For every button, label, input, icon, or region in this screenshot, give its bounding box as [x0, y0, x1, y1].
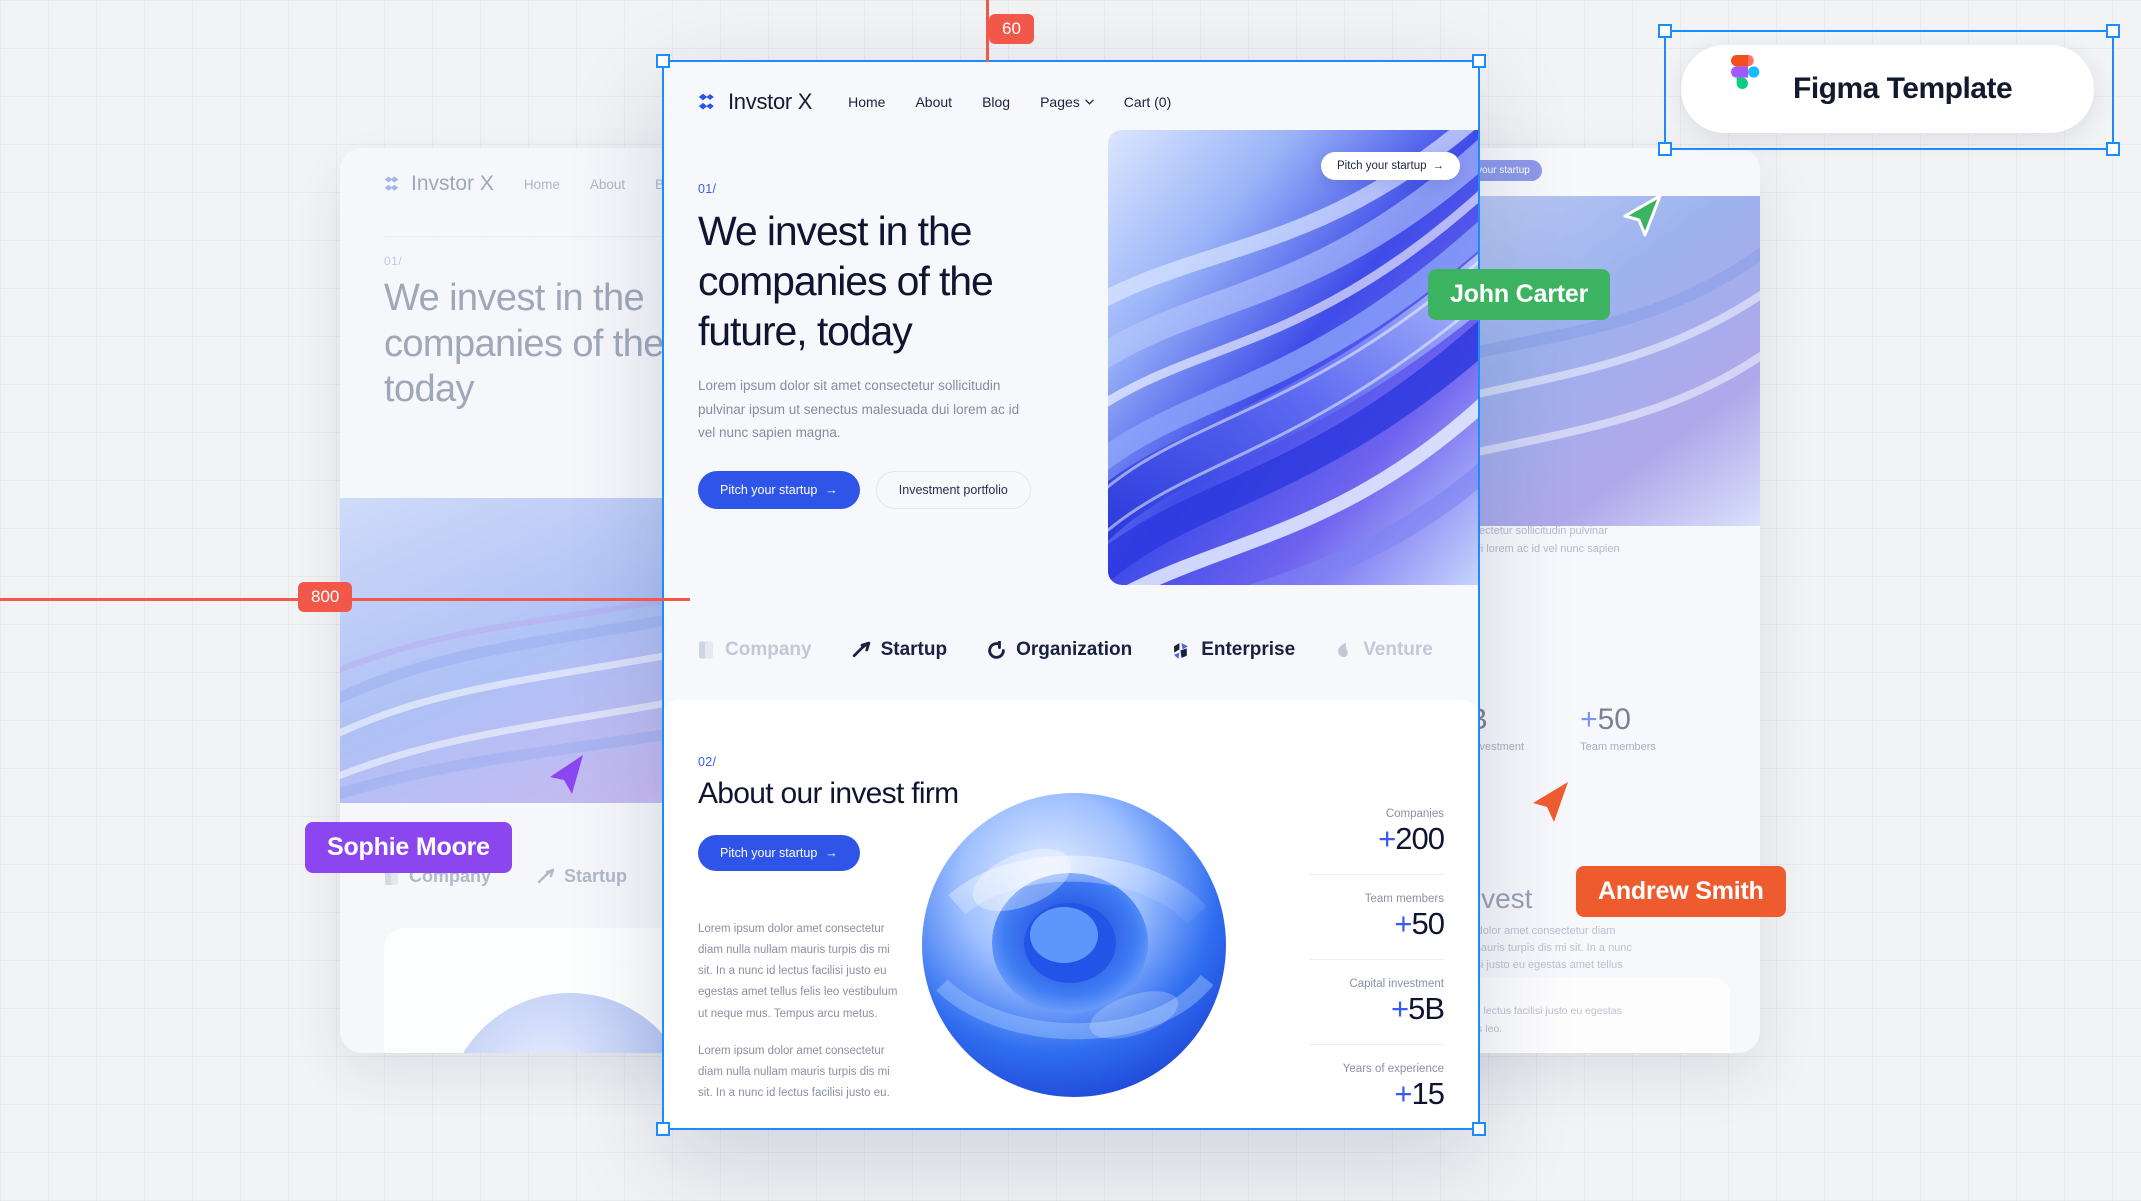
arrow-right-icon: → — [825, 482, 838, 497]
label: Company — [725, 639, 812, 660]
partner-logo-row: Company Startup Organization Enterprise … — [662, 605, 1480, 695]
figma-logo-icon — [1731, 55, 1760, 89]
label: Venture — [1363, 639, 1433, 660]
brand-name: Invstor X — [411, 172, 494, 195]
about-stats: Companies +200 Team members +50 Capital … — [1309, 790, 1445, 1129]
plus: + — [1580, 703, 1598, 736]
measure-line-horizontal-right — [380, 598, 690, 601]
nav-item-about[interactable]: About — [915, 94, 952, 110]
cursor-label-sophie-moore: Sophie Moore — [305, 822, 512, 873]
cursor-label-john-carter: John Carter — [1428, 269, 1611, 320]
logo-venture: Venture — [1335, 639, 1433, 661]
plus-sign: + — [1394, 906, 1412, 942]
cursor-pointer-john-carter — [1619, 192, 1663, 245]
label: Pages — [1040, 94, 1080, 110]
stat-label: Years of experience — [1342, 1063, 1444, 1076]
stat-years-of-experience: Years of experience +15 — [1309, 1045, 1445, 1129]
stat-value: 5B — [1408, 991, 1445, 1027]
arrow-right-icon: → — [825, 845, 838, 860]
bg-right-stat-2: +50 Team members — [1580, 703, 1656, 753]
hero-copy: 01/ We invest in the companies of the fu… — [662, 122, 1087, 509]
figma-badge-label: Figma Template — [1793, 72, 2013, 105]
invstor-logo-icon — [384, 176, 399, 191]
stat-value: 200 — [1395, 821, 1445, 856]
label: Team members — [1580, 741, 1656, 753]
chevron-down-icon — [1085, 99, 1094, 105]
cursor-label-andrew-smith: Andrew Smith — [1576, 866, 1786, 917]
stat-label: Capital investment — [1349, 978, 1444, 991]
hero-artwork: Pitch your startup → — [1108, 130, 1480, 585]
nav-item-pages[interactable]: Pages — [1040, 94, 1094, 110]
hero-button-row: Pitch your startup → Investment portfoli… — [698, 470, 1087, 509]
cursor-pointer-andrew-smith — [1528, 778, 1572, 831]
hero-floating-pill[interactable]: Pitch your startup → — [1321, 152, 1460, 180]
label: Startup — [564, 866, 628, 886]
book-icon — [699, 641, 713, 659]
droplet-icon — [1338, 642, 1348, 657]
logo-startup: Startup — [852, 639, 948, 661]
about-paragraph-1: Lorem ipsum dolor amet consectetur diam … — [698, 922, 898, 1020]
stat-team-members: Team members +50 — [1309, 875, 1445, 961]
hero-lead: Lorem ipsum dolor sit amet consectetur s… — [698, 378, 1020, 441]
trend-up-icon — [852, 641, 870, 657]
nav-item-cart[interactable]: Cart (0) — [1124, 94, 1171, 110]
figma-template-badge[interactable]: Figma Template — [1681, 45, 2094, 133]
label: Organization — [1016, 639, 1133, 660]
brand-logo-main[interactable]: Invstor X — [698, 89, 812, 115]
cluster-icon — [1174, 642, 1189, 659]
plus-sign: + — [1394, 1076, 1412, 1112]
nav-item-home[interactable]: Home — [848, 94, 885, 110]
label: Pitch your startup — [1337, 160, 1427, 172]
refresh-icon — [988, 640, 1005, 659]
brand-name: Invstor X — [728, 89, 813, 114]
about-pitch-button[interactable]: Pitch your startup → — [698, 834, 860, 871]
logo-organization: Organization — [987, 639, 1132, 661]
stat-capital-investment: Capital investment +5B — [1309, 960, 1445, 1046]
logo-enterprise: Enterprise — [1172, 639, 1295, 661]
about-body: Lorem ipsum dolor amet consectetur diam … — [698, 919, 898, 1105]
stat-value: 15 — [1411, 1076, 1445, 1112]
bg-nav-home[interactable]: Home — [524, 177, 560, 192]
about-section: 02/ About our invest firm Pitch your sta… — [662, 700, 1480, 1130]
measure-badge-800: 800 — [298, 582, 353, 612]
invstor-logo-icon — [698, 93, 714, 110]
cursor-pointer-sophie-moore — [545, 750, 587, 801]
hero-eyebrow: 01/ — [698, 182, 717, 196]
logo-company: Company — [698, 639, 812, 661]
trend-up-icon — [537, 868, 555, 883]
nav-item-blog[interactable]: Blog — [982, 94, 1010, 110]
value: 50 — [1597, 703, 1631, 736]
plus-sign: + — [1390, 991, 1409, 1027]
about-eyebrow: 02/ — [698, 755, 717, 769]
arrow-right-icon: → — [1432, 160, 1445, 172]
about-ring-artwork — [902, 785, 1247, 1110]
stat-value: 50 — [1411, 906, 1445, 942]
label: Pitch your startup — [720, 845, 818, 860]
brand-logo: Invstor X — [384, 172, 494, 196]
label: Startup — [880, 639, 948, 660]
hero-title: We invest in the companies of the future… — [698, 208, 994, 355]
bg-nav-about[interactable]: About — [590, 177, 625, 192]
about-paragraph-2: Lorem ipsum dolor amet consectetur diam … — [698, 1044, 890, 1100]
measure-badge-60: 60 — [989, 14, 1034, 44]
plus-sign: + — [1378, 821, 1396, 856]
label: Enterprise — [1201, 639, 1296, 660]
stat-label: Companies — [1385, 808, 1444, 820]
label: Pitch your startup — [720, 482, 818, 497]
investment-portfolio-button[interactable]: Investment portfolio — [875, 470, 1031, 509]
stat-label: Team members — [1364, 893, 1444, 906]
bg-logo-startup: Startup — [537, 866, 627, 887]
selected-artboard-main[interactable]: Invstor X Home About Blog Pages Cart (0)… — [662, 60, 1480, 1130]
hero-art-image: Pitch your startup → — [1108, 130, 1480, 585]
stat-companies: Companies +200 — [1309, 790, 1445, 876]
site-navbar: Invstor X Home About Blog Pages Cart (0) — [662, 60, 1480, 122]
pitch-your-startup-button[interactable]: Pitch your startup → — [698, 470, 860, 509]
nav-menu: Home About Blog Pages Cart (0) — [848, 94, 1171, 110]
